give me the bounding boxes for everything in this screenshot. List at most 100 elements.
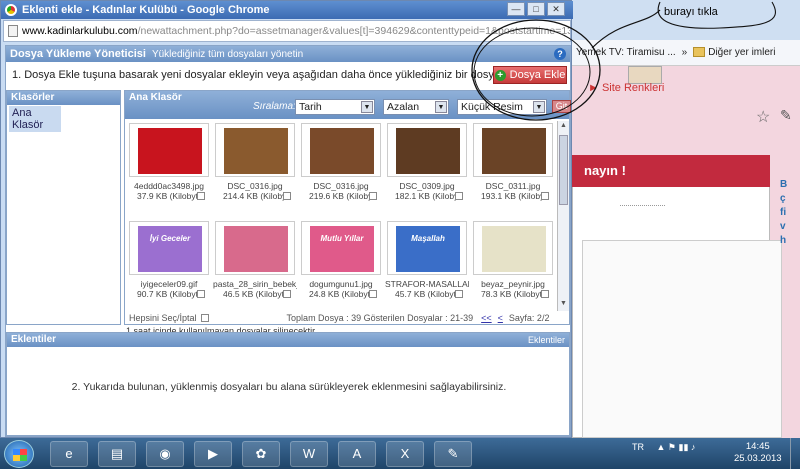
chrome-taskbar-icon[interactable]: ◉ xyxy=(146,441,184,467)
minimize-icon[interactable]: — xyxy=(507,2,525,16)
view-size-value: Küçük Resim xyxy=(461,101,523,113)
file-tile[interactable]: pasta_28_sirin_bebek_ 46.5 KB (Kilobyte) xyxy=(213,219,297,311)
attachments-header-right: Eklentiler xyxy=(527,335,565,345)
file-grid-scrollbar[interactable]: ▲ ▼ xyxy=(557,121,569,311)
file-tile[interactable]: DSC_0309.jpg182.1 KB (Kilobyte) xyxy=(385,121,469,213)
file-tile[interactable]: 4eddd0ac3498.jpg 37.9 KB (Kilobyte) xyxy=(127,121,211,213)
side-letter: h xyxy=(780,235,787,246)
folders-title: Klasörler xyxy=(7,91,120,105)
ie-icon[interactable]: e xyxy=(50,441,88,467)
file-grid: 4eddd0ac3498.jpg 37.9 KB (Kilobyte) DSC_03… xyxy=(127,121,557,311)
window-controls: — □ ✕ xyxy=(507,2,565,16)
file-size: 90.7 KB (Kilobyte) xyxy=(137,289,201,299)
view-size-select[interactable]: Küçük Resim ▼ xyxy=(457,99,547,115)
file-size: 219.6 KB (Kilobyte) xyxy=(309,191,373,201)
file-thumbnail[interactable] xyxy=(215,123,295,177)
file-checkbox[interactable] xyxy=(541,192,549,200)
side-letter: B xyxy=(780,179,788,190)
media-player-icon[interactable]: ▶ xyxy=(194,441,232,467)
file-thumbnail[interactable] xyxy=(387,123,467,177)
bookmark-tiramisu[interactable]: Yemek TV: Tiramisu ... xyxy=(576,47,676,58)
file-name: beyaz_peynir.jpg xyxy=(481,279,545,289)
file-thumbnail[interactable] xyxy=(473,221,553,275)
bookmark-other[interactable]: Diğer yer imleri xyxy=(693,47,775,58)
file-checkbox[interactable] xyxy=(541,290,549,298)
go-button[interactable]: Git xyxy=(552,100,571,113)
file-name: pasta_28_sirin_bebek_ xyxy=(213,279,297,289)
thumbnail-text: İyi Geceler xyxy=(149,234,191,243)
address-bar[interactable]: www.kadinlarkulubu.com/newattachment.php… xyxy=(3,20,571,42)
file-checkbox[interactable] xyxy=(197,192,205,200)
file-tile[interactable]: DSC_0316.jpg219.6 KB (Kilobyte) xyxy=(299,121,383,213)
file-thumbnail[interactable]: Maşallah xyxy=(387,221,467,275)
wrench-icon[interactable]: ✎ xyxy=(780,107,792,124)
manager-subtitle: Yüklediğiniz tüm dosyaları yönetin xyxy=(151,48,304,60)
excel-icon[interactable]: X xyxy=(386,441,424,467)
file-checkbox[interactable] xyxy=(455,290,463,298)
sort-field-select[interactable]: Tarih ▼ xyxy=(295,99,375,115)
nav-first-link[interactable]: << xyxy=(481,313,492,323)
acrobat-icon[interactable]: A xyxy=(338,441,376,467)
word-icon[interactable]: W xyxy=(290,441,328,467)
maximize-icon[interactable]: □ xyxy=(527,2,545,16)
popup-titlebar[interactable]: Eklenti ekle - Kadınlar Kulübü - Google … xyxy=(1,1,573,19)
popup-window: Eklenti ekle - Kadınlar Kulübü - Google … xyxy=(0,0,573,438)
file-size: 182.1 KB (Kilobyte) xyxy=(395,191,459,201)
scroll-up-icon[interactable]: ▲ xyxy=(559,122,568,132)
folder-item-main[interactable]: Ana Klasör xyxy=(9,106,61,132)
file-thumbnail[interactable] xyxy=(129,123,209,177)
close-icon[interactable]: ✕ xyxy=(547,2,565,16)
file-thumbnail[interactable]: Mutlu Yıllar xyxy=(301,221,381,275)
scrollbar-thumb[interactable] xyxy=(559,135,568,205)
background-banner: nayın ! xyxy=(572,155,770,187)
file-name: DSC_0316.jpg xyxy=(313,181,369,191)
sort-order-select[interactable]: Azalan ▼ xyxy=(383,99,449,115)
file-checkbox[interactable] xyxy=(455,192,463,200)
file-checkbox[interactable] xyxy=(197,290,205,298)
help-icon[interactable]: ? xyxy=(554,48,566,60)
file-checkbox[interactable] xyxy=(283,290,291,298)
explorer-icon[interactable]: ▤ xyxy=(98,441,136,467)
add-file-button[interactable]: + Dosya Ekle xyxy=(493,66,567,84)
file-size: 45.7 KB (Kilobyte) xyxy=(395,289,459,299)
show-desktop-button[interactable] xyxy=(790,438,800,469)
file-checkbox[interactable] xyxy=(283,192,291,200)
file-image xyxy=(310,128,374,174)
select-all-checkbox[interactable] xyxy=(200,314,209,322)
sort-order-value: Azalan xyxy=(387,101,420,113)
file-image xyxy=(482,226,546,272)
attachments-panel[interactable]: Eklentiler Eklentiler 2. Yukarıda buluna… xyxy=(6,332,570,436)
attachments-header: Eklentiler Eklentiler xyxy=(7,333,569,347)
file-thumbnail[interactable]: İyi Geceler xyxy=(129,221,209,275)
app-icon[interactable]: ✿ xyxy=(242,441,280,467)
file-tile[interactable]: DSC_0316.jpg214.4 KB (Kilobyte) xyxy=(213,121,297,213)
file-size: 78.3 KB (Kilobyte) xyxy=(481,289,545,299)
thumbnail-text: Mutlu Yıllar xyxy=(320,234,364,243)
file-tile[interactable]: beyaz_peynir.jpg 78.3 KB (Kilobyte) xyxy=(471,219,555,311)
file-thumbnail[interactable] xyxy=(301,123,381,177)
file-tile[interactable]: Mutlu Yıllar dogumgunu1.jpg 24.8 KB (Kilob… xyxy=(299,219,383,311)
clock-date: 25.03.2013 xyxy=(734,453,782,464)
start-button[interactable] xyxy=(4,440,34,468)
scroll-down-icon[interactable]: ▼ xyxy=(559,300,568,310)
file-tile[interactable]: İyi Geceler iyigeceler09.gif 90.7 KB (Kilo… xyxy=(127,219,211,311)
site-colors-link[interactable]: ► Site Renkleri xyxy=(588,82,664,94)
paint-icon[interactable]: ✎ xyxy=(434,441,472,467)
add-file-label: Dosya Ekle xyxy=(509,69,566,81)
file-thumbnail[interactable] xyxy=(473,123,553,177)
file-image xyxy=(224,226,288,272)
url-host: www.kadinlarkulubu.com xyxy=(22,25,138,37)
clock[interactable]: 14:45 25.03.2013 xyxy=(734,441,782,465)
nav-prev-link[interactable]: < xyxy=(498,313,503,323)
select-all-label[interactable]: Hepsini Seç/İptal xyxy=(129,313,197,323)
file-checkbox[interactable] xyxy=(369,290,377,298)
star-icon[interactable]: ☆ xyxy=(756,107,770,127)
bookmark-overflow[interactable]: » xyxy=(682,47,688,58)
file-tile[interactable]: Maşallah STRAFOR-MASALLAH 45.7 KB (Kilobyt… xyxy=(385,219,469,311)
tray-icons[interactable]: ▲ ⚑ ▮▮ ♪ xyxy=(657,442,696,452)
file-image: Maşallah xyxy=(396,226,460,272)
language-indicator[interactable]: TR xyxy=(632,442,644,452)
file-tile[interactable]: DSC_0311.jpg193.1 KB (Kilobyte) xyxy=(471,121,555,213)
file-checkbox[interactable] xyxy=(369,192,377,200)
file-thumbnail[interactable] xyxy=(215,221,295,275)
